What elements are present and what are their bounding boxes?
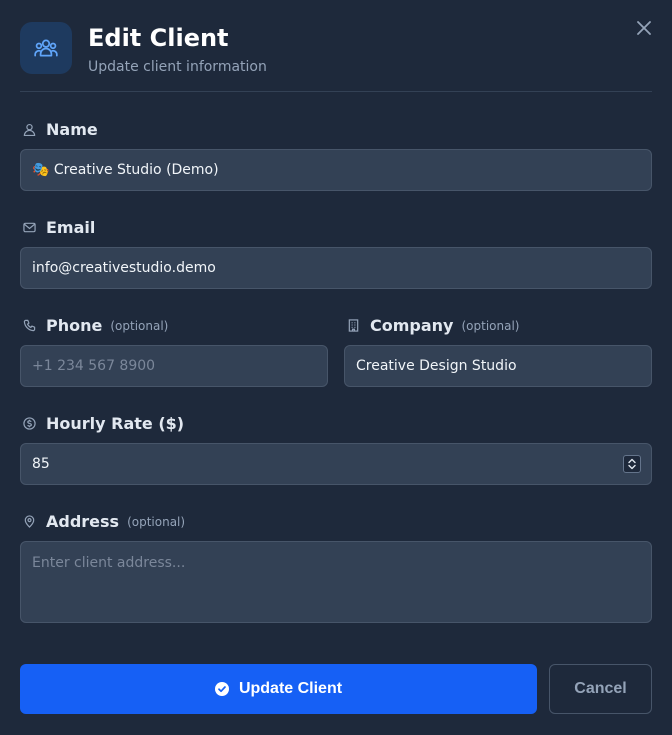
company-input[interactable]: Creative Design Studio — [344, 345, 652, 387]
edit-client-modal: Edit Client Update client information Na… — [0, 0, 672, 735]
mail-icon — [22, 220, 36, 234]
building-icon — [346, 318, 360, 332]
phone-input[interactable] — [20, 345, 328, 387]
user-icon — [22, 122, 36, 136]
update-client-label: Update Client — [238, 680, 343, 697]
name-label: Name — [22, 118, 98, 140]
cancel-label: Cancel — [574, 680, 627, 697]
modal-subtitle: Update client information — [88, 59, 267, 75]
email-input[interactable]: info@creativestudio.demo — [20, 247, 652, 289]
close-icon — [637, 21, 651, 35]
stepper-arrows-icon — [628, 458, 636, 470]
name-input[interactable]: 🎭 Creative Studio (Demo) — [20, 149, 652, 191]
cancel-button[interactable]: Cancel — [549, 664, 652, 714]
dollar-circle-icon — [22, 416, 36, 430]
email-label: Email — [22, 216, 95, 238]
company-label: Company (optional) — [346, 314, 519, 336]
phone-label: Phone (optional) — [22, 314, 168, 336]
modal-header: Edit Client Update client information — [20, 22, 652, 92]
hourly-rate-label: Hourly Rate ($) — [22, 412, 184, 434]
hourly-rate-value: 85 — [32, 456, 50, 472]
close-button[interactable] — [634, 18, 654, 38]
check-circle-icon — [214, 682, 229, 696]
map-pin-icon — [22, 514, 36, 528]
number-stepper[interactable] — [623, 455, 641, 473]
hourly-rate-input[interactable]: 85 — [20, 443, 652, 485]
address-textarea[interactable] — [20, 541, 652, 623]
update-client-button[interactable]: Update Client — [20, 664, 537, 714]
modal-title: Edit Client — [88, 24, 229, 52]
address-label: Address (optional) — [22, 510, 185, 532]
phone-icon — [22, 318, 36, 332]
users-icon — [20, 22, 72, 74]
